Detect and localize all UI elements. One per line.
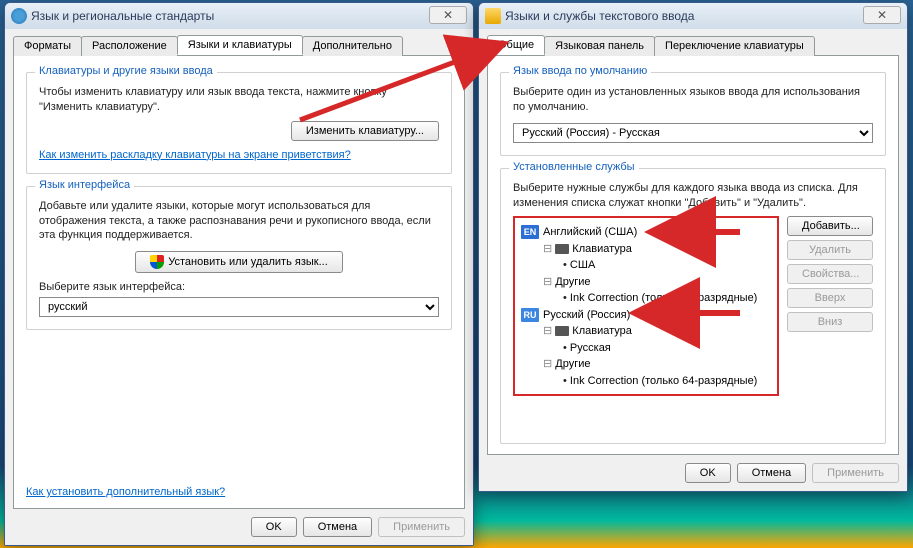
install-uninstall-language-button[interactable]: Установить или удалить язык...: [135, 251, 343, 273]
default-input-groupbox: Язык ввода по умолчанию Выберите один из…: [500, 72, 886, 156]
tree-keyboard-node[interactable]: Клавиатура: [521, 241, 771, 258]
tab-keyboard-switching[interactable]: Переключение клавиатуры: [654, 36, 815, 56]
tab-language-bar[interactable]: Языковая панель: [544, 36, 655, 56]
dialog-buttons: OK Отмена Применить: [487, 455, 899, 483]
keyboard-icon: [555, 244, 569, 254]
ui-language-groupbox: Язык интерфейса Добавьте или удалите язы…: [26, 186, 452, 331]
services-desc: Выберите нужные службы для каждого языка…: [513, 181, 873, 211]
ru-badge-icon: RU: [521, 308, 539, 322]
ok-button[interactable]: OK: [685, 463, 731, 483]
move-down-button[interactable]: Вниз: [787, 312, 873, 332]
apply-button[interactable]: Применить: [378, 517, 465, 537]
ui-language-select[interactable]: русский: [39, 297, 439, 317]
ok-button[interactable]: OK: [251, 517, 297, 537]
groupbox-title: Установленные службы: [509, 161, 639, 173]
window-title: Язык и региональные стандарты: [31, 9, 214, 23]
shield-icon: [150, 255, 164, 269]
default-input-select[interactable]: Русский (Россия) - Русская: [513, 123, 873, 143]
groupbox-title: Язык интерфейса: [35, 179, 134, 191]
tree-layout-en[interactable]: США: [521, 257, 771, 274]
text-services-window: Языки и службы текстового ввода ✕ Общие …: [478, 2, 908, 492]
tab-general[interactable]: Общие: [487, 35, 545, 55]
en-badge-icon: EN: [521, 225, 539, 239]
keyboard-icon: [555, 326, 569, 336]
tree-ink-en[interactable]: Ink Correction (только 64-разрядные): [521, 290, 771, 307]
tree-keyboard-node[interactable]: Клавиатура: [521, 323, 771, 340]
properties-button[interactable]: Свойства...: [787, 264, 873, 284]
tab-formats[interactable]: Форматы: [13, 36, 82, 56]
tree-other-node[interactable]: Другие: [521, 274, 771, 291]
tab-location[interactable]: Расположение: [81, 36, 178, 56]
add-button[interactable]: Добавить...: [787, 216, 873, 236]
services-side-buttons: Добавить... Удалить Свойства... Вверх Вн…: [787, 216, 873, 396]
keyboards-desc: Чтобы изменить клавиатуру или язык ввода…: [39, 85, 439, 115]
tree-other-node[interactable]: Другие: [521, 356, 771, 373]
titlebar[interactable]: Языки и службы текстового ввода ✕: [479, 3, 907, 29]
services-tree[interactable]: ENАнглийский (США) Клавиатура США Другие…: [513, 216, 779, 396]
ui-language-desc: Добавьте или удалите языки, которые могу…: [39, 199, 439, 244]
default-input-desc: Выберите один из установленных языков вв…: [513, 85, 873, 115]
tab-strip: Форматы Расположение Языки и клавиатуры …: [13, 35, 465, 55]
tab-panel: Клавиатуры и другие языки ввода Чтобы из…: [13, 55, 465, 509]
tree-lang-en[interactable]: ENАнглийский (США): [521, 224, 771, 241]
close-button[interactable]: ✕: [863, 6, 901, 24]
close-button[interactable]: ✕: [429, 6, 467, 24]
install-additional-language-link[interactable]: Как установить дополнительный язык?: [26, 486, 225, 498]
installed-services-groupbox: Установленные службы Выберите нужные слу…: [500, 168, 886, 444]
change-keyboard-button[interactable]: Изменить клавиатуру...: [291, 121, 439, 141]
folder-icon: [485, 8, 501, 24]
globe-icon: [11, 8, 27, 24]
tree-layout-ru[interactable]: Русская: [521, 340, 771, 357]
tab-strip: Общие Языковая панель Переключение клави…: [487, 35, 899, 55]
tree-lang-ru[interactable]: RUРусский (Россия): [521, 307, 771, 324]
select-ui-lang-label: Выберите язык интерфейса:: [39, 281, 439, 293]
keyboards-groupbox: Клавиатуры и другие языки ввода Чтобы из…: [26, 72, 452, 174]
cancel-button[interactable]: Отмена: [303, 517, 372, 537]
tab-panel: Язык ввода по умолчанию Выберите один из…: [487, 55, 899, 455]
apply-button[interactable]: Применить: [812, 463, 899, 483]
welcome-layout-link[interactable]: Как изменить раскладку клавиатуры на экр…: [39, 149, 351, 161]
tab-advanced[interactable]: Дополнительно: [302, 36, 403, 56]
groupbox-title: Клавиатуры и другие языки ввода: [35, 65, 217, 77]
tab-keyboards-languages[interactable]: Языки и клавиатуры: [177, 35, 303, 55]
titlebar[interactable]: Язык и региональные стандарты ✕: [5, 3, 473, 29]
groupbox-title: Язык ввода по умолчанию: [509, 65, 651, 77]
dialog-buttons: OK Отмена Применить: [13, 509, 465, 537]
cancel-button[interactable]: Отмена: [737, 463, 806, 483]
window-title: Языки и службы текстового ввода: [505, 9, 694, 23]
region-language-window: Язык и региональные стандарты ✕ Форматы …: [4, 2, 474, 546]
move-up-button[interactable]: Вверх: [787, 288, 873, 308]
tree-ink-ru[interactable]: Ink Correction (только 64-разрядные): [521, 373, 771, 390]
remove-button[interactable]: Удалить: [787, 240, 873, 260]
